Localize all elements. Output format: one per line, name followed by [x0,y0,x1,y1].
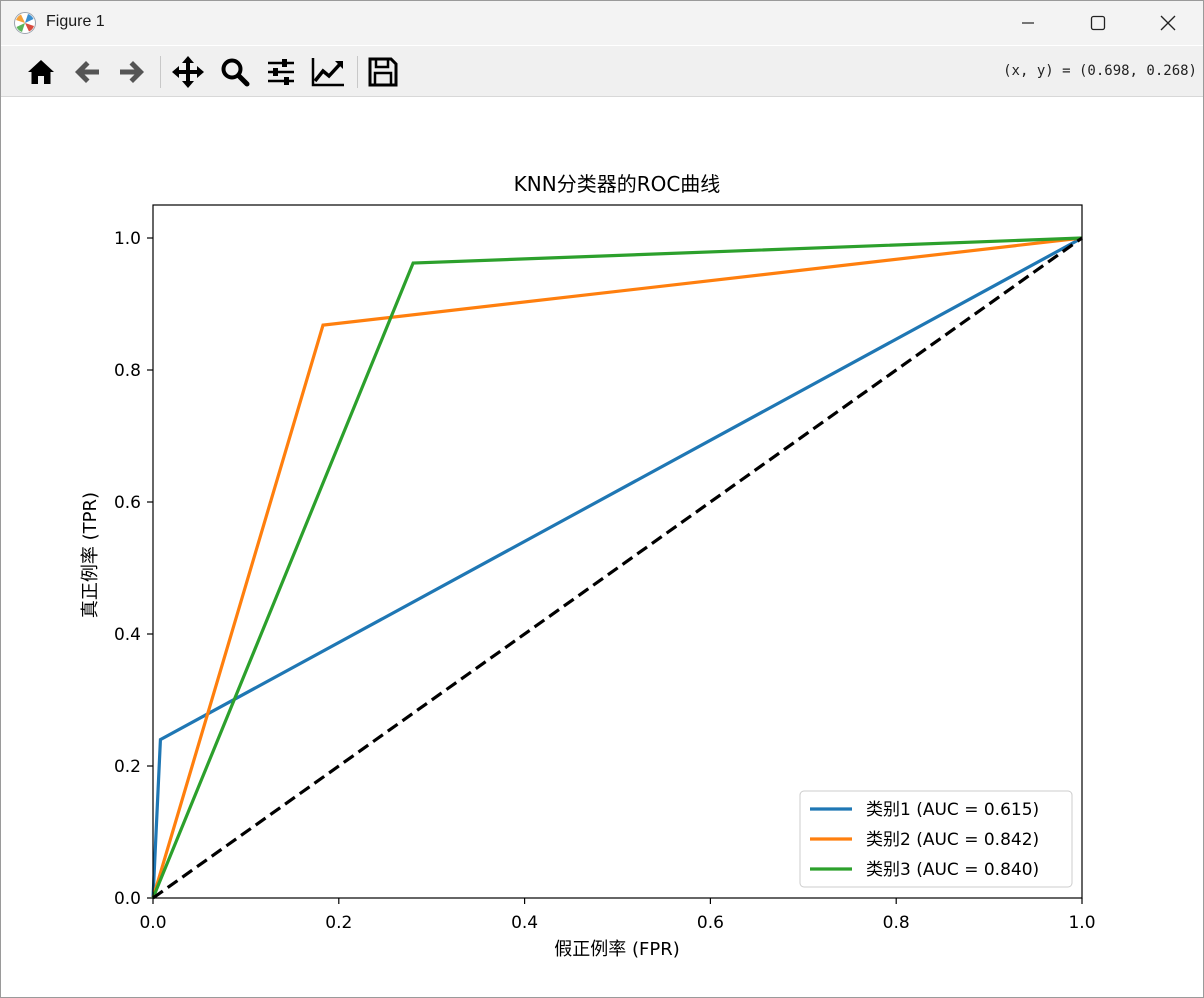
legend-entry-label: 类别3 (AUC = 0.840) [866,860,1039,880]
zoom-button[interactable] [217,54,253,90]
roc-figure[interactable]: KNN分类器的ROC曲线 假正例率 (FPR) 真正例率 (TPR) 0.0 0.… [1,97,1203,997]
y-tick-label: 1.0 [114,229,141,249]
line-chart-icon [311,58,344,87]
figure-window: Figure 1 (x, y) = (0.698, 0.268) KNN分类器的… [0,0,1204,998]
cursor-coordinates: (x, y) = (0.698, 0.268) [1003,63,1197,79]
y-tick-label: 0.0 [114,889,141,909]
plot-title-group: KNN分类器的ROC曲线 [514,172,721,196]
title-bar: Figure 1 [1,1,1203,45]
sliders-icon [268,59,294,85]
toolbar-separator [160,56,161,88]
maximize-button[interactable] [1063,1,1133,45]
legend-entry-label: 类别2 (AUC = 0.842) [866,830,1039,850]
arrow-left-icon [75,61,99,83]
y-tick-label: 0.4 [114,625,141,645]
close-button[interactable] [1133,1,1203,45]
x-tick-label: 0.6 [697,913,724,933]
minimize-icon [1022,22,1034,24]
toolbar-separator [357,56,358,88]
minimize-button[interactable] [993,1,1063,45]
plot-title: KNN分类器的ROC曲线 [514,172,721,196]
legend: 类别1 (AUC = 0.615) 类别2 (AUC = 0.842) 类别3 (A… [799,790,1073,888]
save-button[interactable] [365,54,401,90]
window-title: Figure 1 [46,13,105,30]
forward-button[interactable] [114,54,150,90]
y-tick-label: 0.2 [114,757,141,777]
matplotlib-logo-icon [14,12,36,34]
back-button[interactable] [69,54,105,90]
x-axis-label: 假正例率 (FPR) [554,939,679,960]
arrow-right-icon [120,61,144,83]
y-tick-label: 0.6 [114,493,141,513]
floppy-disk-icon [368,57,398,87]
navigation-toolbar: (x, y) = (0.698, 0.268) [1,46,1203,97]
pan-button[interactable] [170,54,206,90]
y-axis-label: 真正例率 (TPR) [80,492,101,618]
x-tick-label: 0.8 [883,913,910,933]
y-tick-label: 0.8 [114,361,141,381]
x-tick-label: 0.2 [325,913,352,933]
edit-axis-button[interactable] [310,54,346,90]
zoom-icon [221,58,250,87]
legend-entry-label: 类别1 (AUC = 0.615) [866,800,1039,820]
move-icon [172,56,204,88]
configure-subplots-button[interactable] [263,54,299,90]
home-button[interactable] [23,54,59,90]
maximize-icon [1090,15,1106,31]
x-tick-label: 1.0 [1068,913,1095,933]
home-icon [28,60,54,84]
x-tick-label: 0.4 [511,913,538,933]
close-icon [1160,15,1176,31]
x-tick-label: 0.0 [139,913,166,933]
